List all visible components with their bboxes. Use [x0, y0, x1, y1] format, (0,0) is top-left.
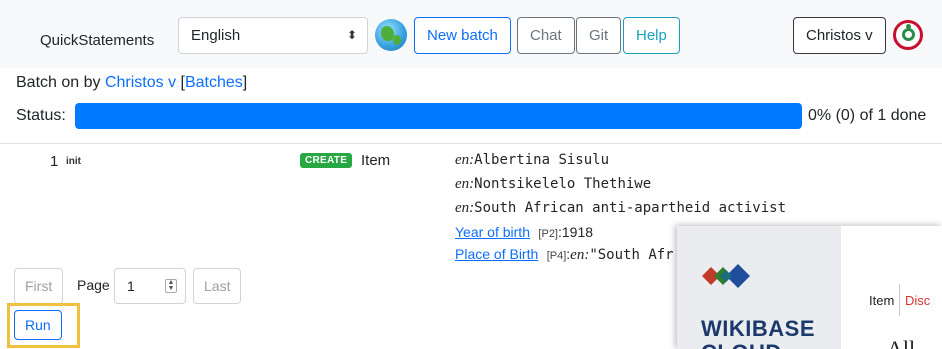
command-number: 1 [50, 153, 59, 170]
alias-value: Nontsikelelo Thethiwe [474, 176, 652, 192]
description-value: South African anti-apartheid activist [474, 200, 787, 216]
batch-prefix: Batch on by [16, 74, 105, 91]
lang-code: en: [455, 200, 475, 216]
chat-button[interactable]: Chat [517, 17, 575, 54]
statement-line: Place of Birth [P4]:en:"South Afr [455, 246, 674, 264]
row-divider [0, 143, 942, 144]
wikibase-wordmark: WIKIBASE [701, 316, 815, 341]
wikibase-wordmark-cloud: CLOUD [701, 340, 782, 349]
bracket-open: [ [176, 74, 185, 91]
globe-icon[interactable] [375, 19, 407, 51]
language-select[interactable]: English ⬍ [178, 17, 368, 54]
select-arrows-icon: ⬍ [346, 28, 357, 42]
property-id: [P2] [538, 228, 558, 240]
page-heading: All [887, 336, 916, 349]
batch-user-link[interactable]: Christos v [105, 74, 176, 91]
property-link[interactable]: Year of birth [455, 224, 530, 240]
alias-line: en:Nontsikelelo Thethiwe [455, 176, 651, 193]
wikibase-logo-icon[interactable] [702, 262, 758, 290]
tab-divider [899, 284, 900, 316]
statement-value: 1918 [561, 224, 594, 240]
tab-discussion[interactable]: Disc [905, 293, 930, 308]
language-select-value: English [191, 27, 241, 44]
last-page-button[interactable]: Last [193, 268, 242, 304]
run-button[interactable]: Run [14, 310, 62, 340]
progress-text: 0% (0) of 1 done [808, 107, 927, 124]
progress-bar [75, 103, 802, 129]
lang-code: en: [455, 176, 475, 192]
lang-code: en: [455, 152, 475, 168]
label-line: en:Albertina Sisulu [455, 152, 609, 169]
property-id: [P4] [546, 250, 567, 262]
first-page-button[interactable]: First [14, 268, 64, 304]
page-number-value: 1 [127, 278, 135, 294]
help-button[interactable]: Help [623, 17, 680, 54]
status-label: Status: [16, 107, 66, 124]
bracket-close: ] [242, 74, 248, 91]
wikimedia-logo-icon[interactable] [893, 20, 923, 50]
progress-bar-fill [75, 103, 802, 129]
page-number-input[interactable]: 1 ▲ ▼ [114, 268, 186, 304]
entity-type: Item [361, 152, 391, 169]
batches-link[interactable]: Batches [185, 74, 243, 91]
statement-line: Year of birth [P2]:1918 [455, 224, 593, 241]
create-badge: CREATE [300, 153, 353, 168]
user-button[interactable]: Christos v [793, 17, 886, 54]
statement-value: "South Afr [589, 247, 674, 263]
git-button[interactable]: Git [576, 17, 622, 54]
command-state: init [66, 156, 81, 167]
batch-info: Batch on by Christos v [Batches] [16, 74, 247, 92]
wikibase-sidebar: WIKIBASE CLOUD [677, 226, 841, 349]
top-navbar: QuickStatements English ⬍ New batch Chat… [0, 0, 942, 68]
wikibase-window: WIKIBASE CLOUD Item Disc All [677, 226, 942, 349]
property-link[interactable]: Place of Birth [455, 246, 538, 262]
label-value: Albertina Sisulu [474, 152, 610, 168]
new-batch-button[interactable]: New batch [414, 17, 511, 54]
tab-item[interactable]: Item [869, 293, 894, 308]
spinner-icon[interactable]: ▲ ▼ [165, 279, 177, 293]
description-line: en:South African anti-apartheid activist [455, 200, 786, 217]
lang-code: en: [570, 247, 590, 263]
app-brand[interactable]: QuickStatements [40, 32, 154, 49]
page-label: Page [77, 277, 110, 293]
